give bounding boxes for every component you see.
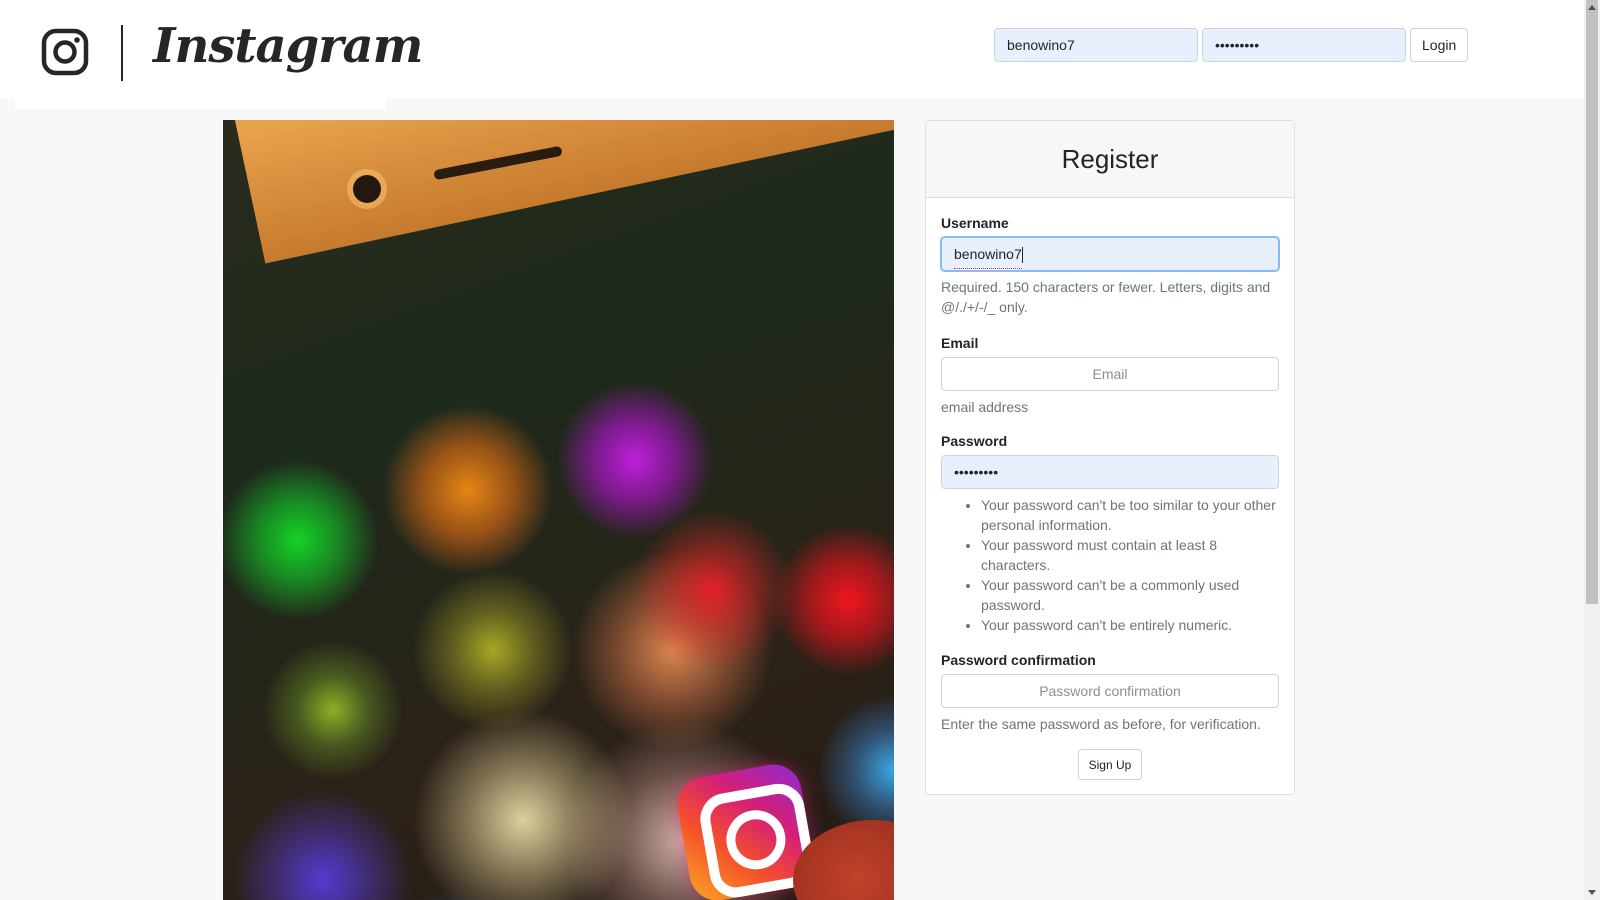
password-confirmation-label: Password confirmation <box>941 652 1096 668</box>
email-label: Email <box>941 335 979 351</box>
scrollbar-thumb[interactable] <box>1586 0 1598 604</box>
hero-image <box>223 120 894 900</box>
login-button[interactable]: Login <box>1410 28 1469 62</box>
username-value: benowino7 <box>954 238 1022 270</box>
instagram-wordmark: Instagram <box>153 18 423 74</box>
scroll-up-arrow-icon[interactable] <box>1588 5 1596 10</box>
register-title: Register <box>926 121 1294 198</box>
email-input[interactable] <box>941 357 1279 391</box>
password-input[interactable] <box>941 455 1279 489</box>
sign-up-button[interactable]: Sign Up <box>1077 749 1143 780</box>
page-scrollbar[interactable] <box>1584 0 1600 900</box>
brand[interactable]: Instagram <box>15 0 423 109</box>
username-help: Required. 150 characters or fewer. Lette… <box>941 279 1271 315</box>
password-label: Password <box>941 433 1008 449</box>
nav-username-input[interactable] <box>994 28 1198 62</box>
register-card: Register Username benowino7 Required. 15… <box>925 120 1295 795</box>
password-help-item: Your password can't be entirely numeric. <box>981 615 1279 635</box>
top-navbar: Instagram Login <box>0 0 1584 109</box>
username-label: Username <box>941 215 1009 231</box>
password-help-item: Your password can't be too similar to yo… <box>981 495 1279 535</box>
password-confirmation-help: Enter the same password as before, for v… <box>941 716 1261 732</box>
password-help-item: Your password can't be a commonly used p… <box>981 575 1279 615</box>
nav-password-input[interactable] <box>1202 28 1406 62</box>
password-help-list: Your password can't be too similar to yo… <box>941 495 1279 635</box>
hero-phone-camera <box>353 175 381 203</box>
nav-login-form: Login <box>994 28 1469 62</box>
register-form: Username benowino7 Required. 150 charact… <box>926 213 1294 780</box>
scroll-down-arrow-icon[interactable] <box>1588 890 1596 895</box>
password-confirmation-input[interactable] <box>941 674 1279 708</box>
username-input[interactable]: benowino7 <box>941 237 1279 271</box>
password-help-item: Your password must contain at least 8 ch… <box>981 535 1279 575</box>
email-help: email address <box>941 399 1029 415</box>
brand-divider <box>121 25 123 81</box>
instagram-logo-icon <box>41 28 89 76</box>
